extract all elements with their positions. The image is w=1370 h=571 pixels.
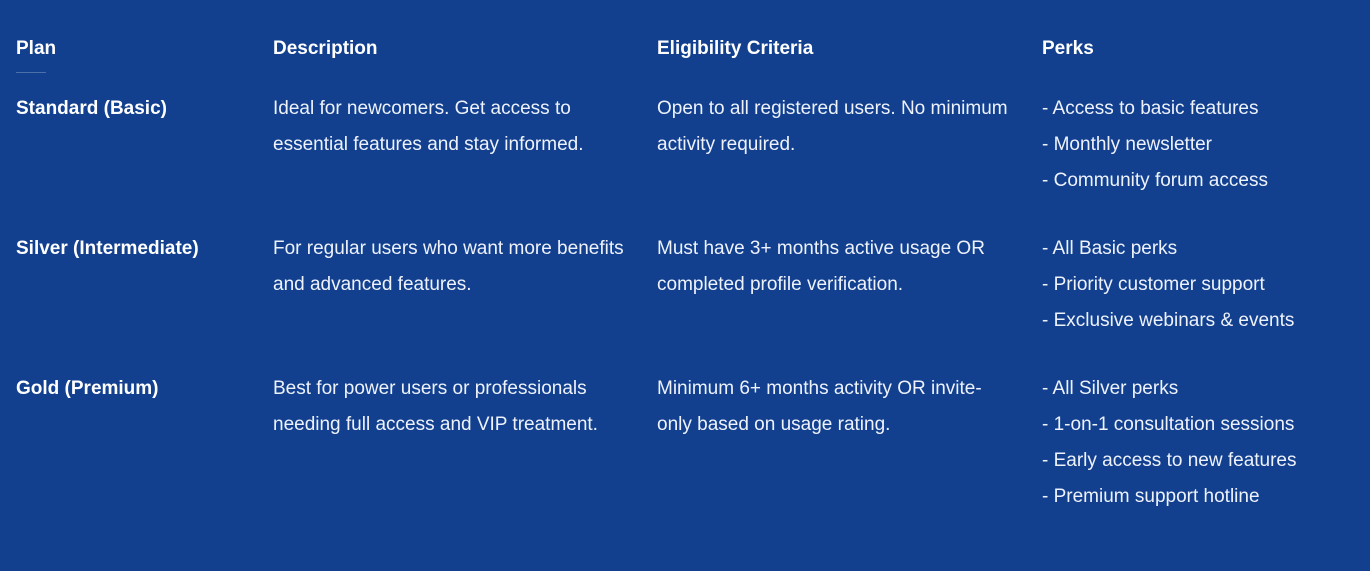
perk-item: - Priority customer support	[1042, 274, 1265, 295]
perk-item: - Exclusive webinars & events	[1042, 310, 1295, 331]
header-underline	[16, 72, 46, 73]
perk-item: - All Silver perks	[1042, 378, 1179, 399]
plan-description: Best for power users or professionals ne…	[273, 378, 598, 435]
table-row: Standard (Basic) Ideal for newcomers. Ge…	[16, 91, 1356, 231]
perk-item: - Premium support hotline	[1042, 486, 1260, 507]
perk-item: - Monthly newsletter	[1042, 134, 1213, 155]
plan-perks: - Access to basic features - Monthly new…	[1042, 91, 1356, 199]
perk-item: - All Basic perks	[1042, 238, 1178, 259]
header-eligibility: Eligibility Criteria	[657, 38, 814, 59]
header-perks: Perks	[1042, 38, 1094, 59]
perk-item: - 1-on-1 consultation sessions	[1042, 414, 1295, 435]
plan-eligibility: Minimum 6+ months activity OR invite-onl…	[657, 378, 982, 435]
perk-item: - Community forum access	[1042, 170, 1268, 191]
header-plan: Plan	[16, 38, 57, 59]
plan-name: Gold (Premium)	[16, 378, 159, 399]
table-row: Gold (Premium) Best for power users or p…	[16, 371, 1356, 521]
plan-eligibility: Must have 3+ months active usage OR comp…	[657, 238, 985, 295]
plan-name: Standard (Basic)	[16, 98, 167, 119]
plan-description: Ideal for newcomers. Get access to essen…	[273, 98, 584, 155]
plan-description: For regular users who want more benefits…	[273, 238, 624, 295]
plan-perks: - All Silver perks - 1-on-1 consultation…	[1042, 371, 1356, 515]
table-row: Silver (Intermediate) For regular users …	[16, 231, 1356, 371]
perk-item: - Early access to new features	[1042, 450, 1297, 471]
perk-item: - Access to basic features	[1042, 98, 1259, 119]
plans-table: Plan Description Eligibility Criteria Pe…	[16, 34, 1356, 521]
header-plan-cell: Plan	[16, 34, 273, 73]
plan-eligibility: Open to all registered users. No minimum…	[657, 98, 1008, 155]
plan-name: Silver (Intermediate)	[16, 238, 199, 259]
plan-perks: - All Basic perks - Priority customer su…	[1042, 231, 1356, 339]
table-header-row: Plan Description Eligibility Criteria Pe…	[16, 34, 1356, 74]
header-description: Description	[273, 38, 378, 59]
